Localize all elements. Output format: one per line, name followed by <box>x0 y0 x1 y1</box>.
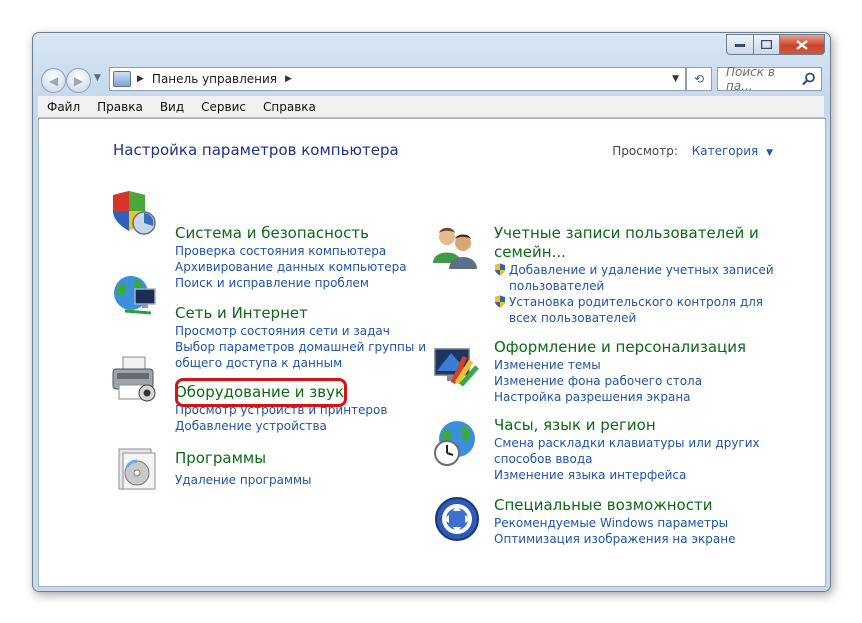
menu-help[interactable]: Справка <box>263 100 316 114</box>
breadcrumb-chevron-icon[interactable]: ▶ <box>137 74 144 84</box>
link-parental-controls-cont[interactable]: всех пользователей <box>494 310 774 326</box>
link-change-keyboard-cont[interactable]: способов ввода <box>494 451 760 467</box>
title-buttons <box>726 34 825 55</box>
link-add-remove-accounts-text: Добавление и удаление учетных записей <box>509 263 774 277</box>
highlight-annotation <box>175 378 347 407</box>
uac-shield-icon <box>495 295 505 308</box>
address-dropdown-icon[interactable]: ▼ <box>672 74 679 84</box>
users-icon[interactable] <box>431 223 479 271</box>
link-add-remove-accounts-cont[interactable]: пользователей <box>494 278 774 294</box>
forward-button[interactable]: ▶ <box>66 68 91 93</box>
content-pane: Настройка параметров компьютера Просмотр… <box>38 118 826 587</box>
uac-shield-icon <box>495 263 505 276</box>
control-panel-icon <box>113 71 131 87</box>
shield-icon[interactable] <box>109 189 157 237</box>
category-title-network-internet[interactable]: Сеть и Интернет <box>175 304 426 323</box>
link-find-fix-problems[interactable]: Поиск и исправление проблем <box>175 275 407 291</box>
category-appearance: Оформление и персонализация Изменение те… <box>494 338 746 405</box>
link-add-device[interactable]: Добавление устройства <box>175 418 387 434</box>
link-change-desktop-background[interactable]: Изменение фона рабочего стола <box>494 373 746 389</box>
link-parental-controls[interactable]: Установка родительского контроля для <box>494 294 774 310</box>
link-change-keyboard[interactable]: Смена раскладки клавиатуры или других <box>494 435 760 451</box>
search-box[interactable]: Поиск в па... <box>717 65 822 93</box>
refresh-button[interactable]: ⟲ <box>686 67 712 91</box>
link-parental-controls-text: Установка родительского контроля для <box>509 295 764 309</box>
close-icon <box>796 39 808 50</box>
link-add-remove-accounts[interactable]: Добавление и удаление учетных записей <box>494 262 774 278</box>
accessibility-icon[interactable] <box>433 495 481 543</box>
maximize-button[interactable] <box>753 34 779 55</box>
menu-tools[interactable]: Сервис <box>201 100 246 114</box>
maximize-icon <box>761 40 772 49</box>
link-adjust-resolution[interactable]: Настройка разрешения экрана <box>494 389 746 405</box>
link-uninstall-program[interactable]: Удаление программы <box>175 472 312 488</box>
minimize-button[interactable] <box>726 34 753 55</box>
category-programs: Программы Удаление программы <box>175 449 312 488</box>
forward-arrow-icon: ▶ <box>73 73 84 88</box>
link-backup-computer[interactable]: Архивирование данных компьютера <box>175 259 407 275</box>
link-change-theme[interactable]: Изменение темы <box>494 357 746 373</box>
breadcrumb-chevron-icon[interactable]: ▶ <box>285 74 292 84</box>
chevron-down-icon[interactable]: ▼ <box>766 148 773 158</box>
programs-disc-icon[interactable] <box>113 445 161 493</box>
minimize-icon <box>735 43 745 47</box>
network-globe-icon[interactable] <box>111 271 159 319</box>
control-panel-window: ◀ ▶ ▼ ▶ Панель управления ▶ ▼ ⟲ Поиск в … <box>32 32 831 592</box>
menu-view[interactable]: Вид <box>160 100 184 114</box>
view-selector: Просмотр: Категория ▼ <box>612 144 773 158</box>
category-title-system-security[interactable]: Система и безопасность <box>175 224 407 243</box>
category-title-user-accounts-cont[interactable]: семейн... <box>494 243 774 262</box>
link-recommended-settings[interactable]: Рекомендуемые Windows параметры <box>494 515 735 531</box>
menu-bar: Файл Правка Вид Сервис Справка <box>38 96 824 118</box>
category-user-accounts: Учетные записи пользователей и семейн...… <box>494 224 774 326</box>
search-placeholder: Поиск в па... <box>726 65 775 93</box>
link-homegroup-options-cont[interactable]: общего доступа к данным <box>175 355 426 371</box>
address-bar[interactable]: ▶ Панель управления ▶ ▼ <box>109 67 686 91</box>
search-icon[interactable] <box>802 72 816 86</box>
link-change-display-language[interactable]: Изменение языка интерфейса <box>494 467 760 483</box>
link-homegroup-options[interactable]: Выбор параметров домашней группы и <box>175 339 426 355</box>
category-title-programs[interactable]: Программы <box>175 449 312 468</box>
category-title-ease-of-access[interactable]: Специальные возможности <box>494 496 735 515</box>
category-ease-of-access: Специальные возможности Рекомендуемые Wi… <box>494 496 735 547</box>
menu-file[interactable]: Файл <box>47 100 80 114</box>
category-title-clock-language-region[interactable]: Часы, язык и регион <box>494 416 760 435</box>
display-paint-icon[interactable] <box>431 343 479 391</box>
refresh-icon: ⟲ <box>693 72 705 86</box>
back-button[interactable]: ◀ <box>41 68 66 93</box>
breadcrumb-control-panel[interactable]: Панель управления <box>152 72 277 86</box>
category-title-user-accounts[interactable]: Учетные записи пользователей и <box>494 224 774 243</box>
printer-icon[interactable] <box>109 355 157 403</box>
link-network-status[interactable]: Просмотр состояния сети и задач <box>175 323 426 339</box>
view-label: Просмотр: <box>612 144 678 158</box>
close-button[interactable] <box>779 34 825 55</box>
history-dropdown-icon[interactable]: ▼ <box>94 73 101 83</box>
view-mode-dropdown[interactable]: Категория <box>692 144 759 158</box>
back-arrow-icon: ◀ <box>48 73 59 88</box>
link-optimize-display[interactable]: Оптимизация изображения на экране <box>494 531 735 547</box>
category-network-internet: Сеть и Интернет Просмотр состояния сети … <box>175 304 426 371</box>
page-title: Настройка параметров компьютера <box>113 141 399 159</box>
menu-edit[interactable]: Правка <box>97 100 143 114</box>
category-system-security: Система и безопасность Проверка состояни… <box>175 224 407 291</box>
category-clock-language-region: Часы, язык и регион Смена раскладки клав… <box>494 416 760 483</box>
category-title-appearance[interactable]: Оформление и персонализация <box>494 338 746 357</box>
clock-globe-icon[interactable] <box>431 419 479 467</box>
link-check-computer-status[interactable]: Проверка состояния компьютера <box>175 243 407 259</box>
